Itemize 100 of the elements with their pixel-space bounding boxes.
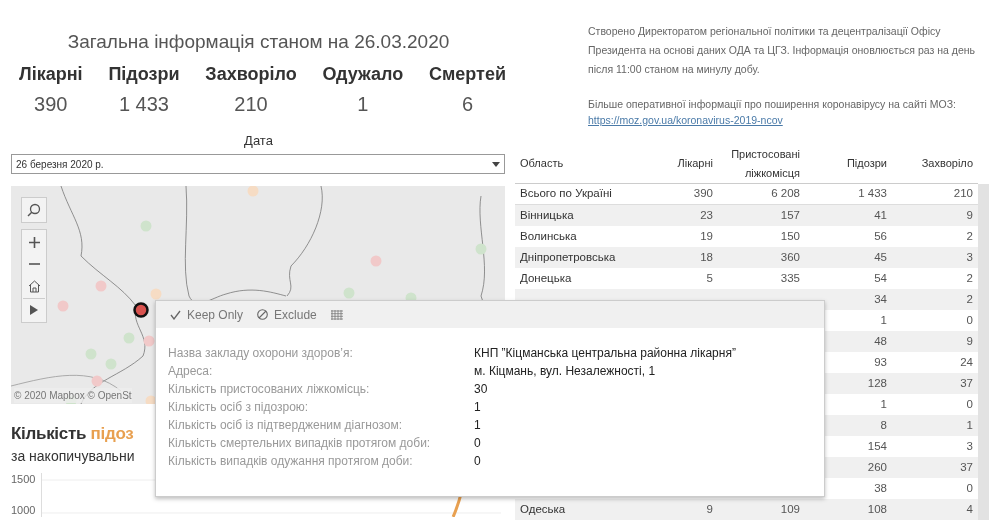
view-data-button[interactable] <box>330 309 343 320</box>
table-cell-text: 3 <box>965 249 973 265</box>
table-cell-text: 3 <box>965 438 973 454</box>
table-cell-text: 24 <box>959 354 973 370</box>
table-cell-text: 54 <box>873 270 887 286</box>
grid-icon <box>330 309 343 320</box>
stat-value: 1 433 <box>118 91 169 117</box>
table-cell-text: 2 <box>965 228 973 244</box>
table-cell-text: 154 <box>866 438 887 454</box>
stat-label: Лікарні <box>19 62 83 86</box>
stat-value: 210 <box>234 91 268 117</box>
table-cell-text: 157 <box>779 207 800 223</box>
table-cell-text: 4 <box>965 501 973 517</box>
caret-icon <box>492 161 500 167</box>
table-cell-text: 9 <box>965 333 973 349</box>
table-cell-text: Одеська <box>519 501 567 517</box>
table-cell-text: 5 <box>705 270 713 286</box>
table-cell-text: 9 <box>965 207 973 223</box>
table-cell-text: 150 <box>779 228 800 244</box>
table-cell-text: 260 <box>866 459 887 475</box>
table-cell-text: 128 <box>866 375 887 391</box>
tooltip-value: м. Кіцмань, вул. Незалежності, 1 <box>474 363 657 380</box>
tooltip-label: Кількість випадків одужання протягом доби: <box>168 453 414 470</box>
date-dropdown[interactable]: 26 березня 2020 р. <box>11 154 505 174</box>
column-header: Захворіло <box>920 156 973 172</box>
chart-subtitle: за накопичувальни <box>11 447 135 465</box>
table-cell-text: 2 <box>965 270 973 286</box>
exclude-button[interactable]: Exclude <box>257 305 317 324</box>
tooltip-value: 0 <box>474 435 482 452</box>
stat-value: 6 <box>461 91 474 117</box>
table-cell-text: 93 <box>873 354 887 370</box>
table-cell-text: 1 433 <box>857 186 887 202</box>
check-icon <box>170 309 181 320</box>
minus-icon <box>28 263 40 265</box>
table-cell-text: 37 <box>959 459 973 475</box>
table-cell-text: 360 <box>779 249 800 265</box>
table-cell-text: 48 <box>873 333 887 349</box>
filter-label: Дата <box>244 131 273 150</box>
stat-value: 1 <box>357 91 369 117</box>
column-header: Область <box>519 156 565 172</box>
table-cell-text: Вінницька <box>519 207 575 223</box>
column-header: Підозри <box>845 156 887 172</box>
tooltip-value: 1 <box>474 399 482 416</box>
stat-label: Одужало <box>322 62 404 86</box>
table-cell-text: 1 <box>965 417 973 433</box>
table-cell-text: 0 <box>965 480 973 496</box>
home-icon <box>27 279 41 293</box>
info-more: Більше оперативної інформації про поширення коронавірусу на сайті МОЗ: https://moz.gov.ua/koronavirus-2019-ncov <box>588 97 957 128</box>
selected-marker <box>133 302 149 318</box>
tooltip-value: 1 <box>474 417 482 434</box>
table-cell-text: 37 <box>959 375 973 391</box>
table-cell-text: 56 <box>873 228 887 244</box>
table-cell-text: 0 <box>965 396 973 412</box>
table-cell-text: 1 <box>879 312 887 328</box>
moz-link[interactable]: https://moz.gov.ua/koronavirus-2019-ncov <box>588 114 783 126</box>
column-header: Лікарні <box>676 156 713 172</box>
table-cell-text: Всього по Україні <box>519 186 613 202</box>
block-icon <box>257 309 269 320</box>
tooltip-label: Кількість осіб з підозрою: <box>168 399 310 416</box>
tooltip-label: Кількість осіб із підтвердженим діагнозом: <box>168 417 404 434</box>
stat-label: Підозри <box>108 62 180 86</box>
stat-value: 390 <box>34 91 68 117</box>
table-cell-text: 2 <box>965 291 973 307</box>
info-paragraph: Створено Директоратом регіональної політики та децентралізації Офісу Президента на основі даних ОДА та ЦГЗ. Інформація оновлюється раз на день після 11:00 станом на минулу добу. <box>588 24 977 77</box>
table-cell-text: 23 <box>699 207 713 223</box>
table-cell-text: Дніпропетровська <box>519 249 617 265</box>
table-cell-text: 210 <box>952 186 973 202</box>
dashboard-title: Загальна інформація станом на 26.03.2020 <box>67 30 450 54</box>
axis-tick-label: 1000 <box>11 504 37 517</box>
table-cell-text: 1 <box>879 396 887 412</box>
tooltip-label: Кількість пристосованих ліжкомісць: <box>168 381 371 398</box>
stat-label: Захворіло <box>205 62 297 86</box>
tooltip-value: КНП ”Кіцманська центральна районна лікарня” <box>474 345 737 362</box>
table-cell-text: 109 <box>779 501 800 517</box>
table-cell-text: 390 <box>692 186 713 202</box>
play-icon <box>30 304 38 315</box>
table-cell-text: Волинська <box>519 228 578 244</box>
table-cell-text: 108 <box>866 501 887 517</box>
table-cell-text: 45 <box>873 249 887 265</box>
tooltip-value: 30 <box>474 381 489 398</box>
column-header: Пристосовані ліжкомісця <box>730 146 800 181</box>
table-cell-text: 34 <box>873 291 887 307</box>
table-cell-text: Донецька <box>519 270 573 286</box>
table-cell-text: 6 208 <box>770 186 800 202</box>
tooltip-label: Кількість смертельних випадків протягом доби: <box>168 435 432 452</box>
search-button[interactable] <box>21 197 47 223</box>
table-cell-text: 19 <box>699 228 713 244</box>
plus-icon <box>28 236 40 248</box>
chart-title: Кількість підоз <box>11 424 134 443</box>
keep-only-button[interactable]: Keep Only <box>170 305 244 324</box>
stat-label: Смертей <box>429 62 506 86</box>
table-cell-text: 9 <box>705 501 713 517</box>
table-cell-text: 0 <box>965 312 973 328</box>
tooltip-label: Назва закладу охорони здоров’я: <box>168 345 354 362</box>
tooltip-label: Адреса: <box>168 363 214 380</box>
map-attribution: © 2020 Mapbox © OpenSt <box>14 388 132 403</box>
table-cell-text: 41 <box>873 207 887 223</box>
table-cell-text: 38 <box>873 480 887 496</box>
search-icon <box>27 203 41 217</box>
table-cell-text: 335 <box>779 270 800 286</box>
